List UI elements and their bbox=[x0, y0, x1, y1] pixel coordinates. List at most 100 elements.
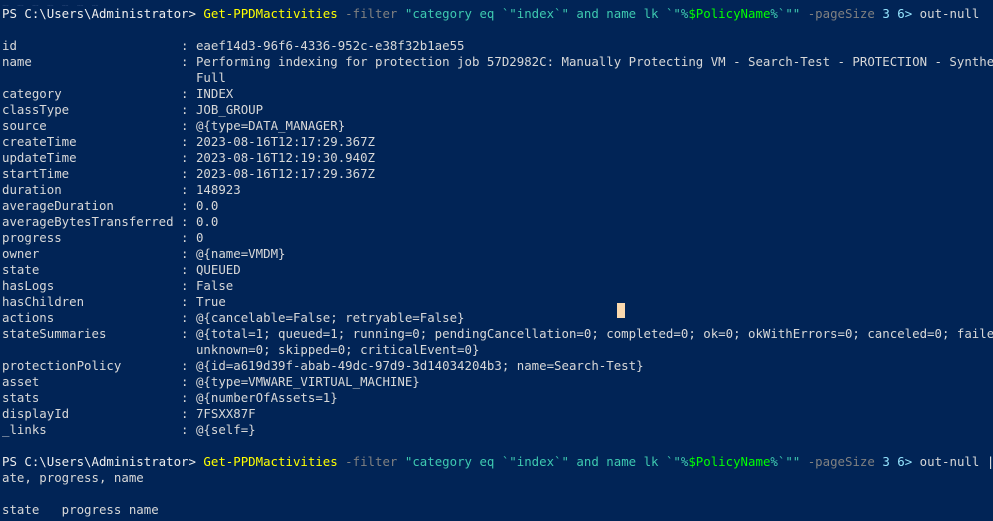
property-value: INDEX bbox=[195, 86, 234, 102]
property-name: stats bbox=[2, 390, 182, 406]
property-separator: : bbox=[181, 294, 196, 310]
pagesize-value-2: 3 bbox=[882, 454, 890, 470]
property-name: _links bbox=[2, 422, 182, 438]
property-separator: : bbox=[181, 230, 196, 246]
property-row: owner : @{name=VMDM} bbox=[0, 246, 993, 262]
property-name: category bbox=[2, 86, 182, 102]
property-value: 2023-08-16T12:17:29.367Z bbox=[195, 166, 376, 182]
property-name: updateTime bbox=[2, 150, 182, 166]
property-value: 2023-08-16T12:17:29.367Z bbox=[195, 134, 376, 150]
property-separator: : bbox=[181, 214, 196, 230]
table-header-row: state progress name bbox=[0, 502, 993, 518]
property-separator: : bbox=[181, 278, 196, 294]
redirect-op-2: 6> bbox=[897, 454, 913, 470]
property-name: id bbox=[2, 38, 182, 54]
filter-string-2: "category eq `"index`" and name lk `"% bbox=[404, 454, 689, 470]
property-value: @{self=} bbox=[195, 422, 256, 438]
property-separator: : bbox=[181, 262, 196, 278]
property-value: @{numberOfAssets=1} bbox=[195, 390, 338, 406]
param-filter-2: -filter bbox=[345, 454, 398, 470]
property-row: progress : 0 bbox=[0, 230, 993, 246]
property-value: True bbox=[195, 294, 226, 310]
property-row: state : QUEUED bbox=[0, 262, 993, 278]
property-row: startTime : 2023-08-16T12:17:29.367Z bbox=[0, 166, 993, 182]
property-name: actions bbox=[2, 310, 182, 326]
property-separator: : bbox=[181, 358, 196, 374]
property-separator: : bbox=[181, 134, 196, 150]
property-row: asset : @{type=VMWARE_VIRTUAL_MACHINE} bbox=[0, 374, 993, 390]
filter-string-tail-1: %`"" bbox=[770, 6, 801, 21]
property-row: hasChildren : True bbox=[0, 294, 993, 310]
property-separator: : bbox=[181, 102, 196, 118]
property-separator: : bbox=[181, 198, 196, 214]
filter-variable-2: $PolicyName bbox=[688, 454, 771, 470]
property-row: updateTime : 2023-08-16T12:19:30.940Z bbox=[0, 150, 993, 166]
property-row: actions : @{cancelable=False; retryable=… bbox=[0, 310, 993, 326]
property-value: @{id=a619d39f-abab-49dc-97d9-3d14034204b… bbox=[195, 358, 644, 374]
redirect-op-1: 6> bbox=[897, 6, 913, 21]
property-value: @{name=VMDM} bbox=[195, 246, 286, 262]
property-name: source bbox=[2, 118, 182, 134]
pipe-operator: | bbox=[986, 454, 993, 470]
property-name: averageDuration bbox=[2, 198, 182, 214]
powershell-console-window[interactable]: m m m m m m m PS C:\Users\Administrator>… bbox=[0, 0, 993, 521]
filter-string-1: "category eq `"index`" and name lk `"% bbox=[404, 6, 689, 21]
property-row: source : @{type=DATA_MANAGER} bbox=[0, 118, 993, 134]
cmdlet-get-ppdmactivities-2: Get-PPDMactivities bbox=[203, 454, 338, 470]
property-row: name : Performing indexing for protectio… bbox=[0, 54, 993, 70]
property-row: stats : @{numberOfAssets=1} bbox=[0, 390, 993, 406]
property-name: startTime bbox=[2, 166, 182, 182]
property-value: 0 bbox=[195, 230, 204, 246]
property-row: createTime : 2023-08-16T12:17:29.367Z bbox=[0, 134, 993, 150]
property-value: Performing indexing for protection job 5… bbox=[195, 54, 993, 70]
property-separator: : bbox=[181, 86, 196, 102]
property-name: createTime bbox=[2, 134, 182, 150]
property-row: id : eaef14d3-96f6-4336-952c-e38f32b1ae5… bbox=[0, 38, 993, 54]
property-name: displayId bbox=[2, 406, 182, 422]
prompt-1: PS C:\Users\Administrator> bbox=[2, 6, 204, 21]
redirect-target-2: out-null bbox=[919, 454, 980, 470]
property-separator: : bbox=[181, 118, 196, 134]
property-value: JOB_GROUP bbox=[195, 102, 264, 118]
property-name: duration bbox=[2, 182, 182, 198]
command-line-2-wrap[interactable]: ate, progress, name bbox=[0, 470, 993, 486]
property-value-continuation: Full bbox=[0, 70, 993, 86]
property-value: @{type=DATA_MANAGER} bbox=[195, 118, 346, 134]
property-row: displayId : 7FSXX87F bbox=[0, 406, 993, 422]
property-name: name bbox=[2, 54, 182, 70]
property-value-wrap: Full bbox=[2, 70, 226, 86]
property-row: averageBytesTransferred : 0.0 bbox=[0, 214, 993, 230]
property-row: _links : @{self=} bbox=[0, 422, 993, 438]
cmdlet-get-ppdmactivities-1: Get-PPDMactivities bbox=[203, 6, 338, 21]
property-row: classType : JOB_GROUP bbox=[0, 102, 993, 118]
command-line-2[interactable]: PS C:\Users\Administrator> Get-PPDMactiv… bbox=[0, 454, 993, 470]
property-list: id : eaef14d3-96f6-4336-952c-e38f32b1ae5… bbox=[0, 38, 993, 438]
property-value: QUEUED bbox=[195, 262, 241, 278]
property-name: classType bbox=[2, 102, 182, 118]
property-value-continuation: unknown=0; skipped=0; criticalEvent=0} bbox=[0, 342, 993, 358]
text-cursor bbox=[617, 303, 625, 318]
property-separator: : bbox=[181, 422, 196, 438]
property-separator: : bbox=[181, 390, 196, 406]
property-value: @{total=1; queued=1; running=0; pendingC… bbox=[195, 326, 993, 342]
property-value: eaef14d3-96f6-4336-952c-e38f32b1ae55 bbox=[195, 38, 465, 54]
property-name: averageBytesTransferred bbox=[2, 214, 182, 230]
property-separator: : bbox=[181, 54, 196, 70]
property-separator: : bbox=[181, 406, 196, 422]
format-props-wrap: ate, progress, name bbox=[2, 470, 144, 486]
pagesize-value-1: 3 bbox=[882, 6, 890, 21]
property-name: stateSummaries bbox=[2, 326, 182, 342]
property-separator: : bbox=[181, 374, 196, 390]
command-line-1[interactable]: PS C:\Users\Administrator> Get-PPDMactiv… bbox=[0, 6, 993, 22]
param-filter-1: -filter bbox=[345, 6, 398, 21]
property-row: protectionPolicy : @{id=a619d39f-abab-49… bbox=[0, 358, 993, 374]
